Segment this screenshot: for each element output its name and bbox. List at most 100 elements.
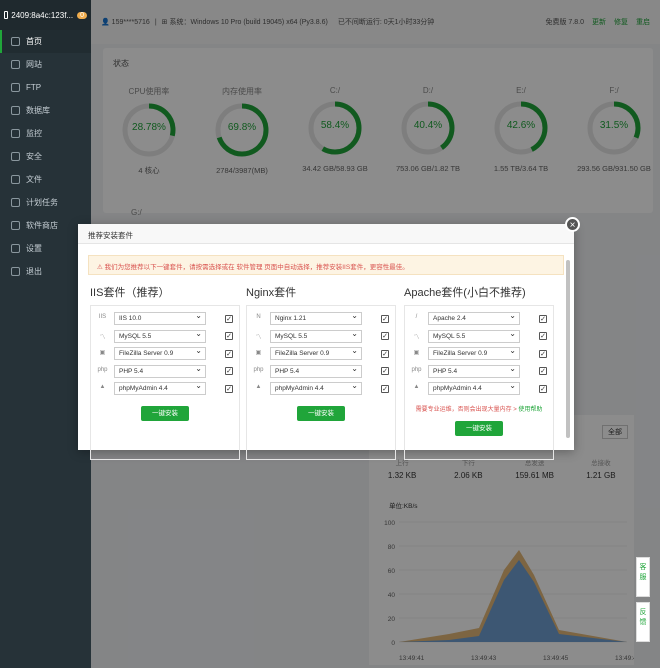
modal-scrollbar[interactable] [566, 260, 570, 438]
install-checkbox[interactable]: ✓ [225, 314, 233, 323]
sidebar-item-3[interactable]: 数据库 [0, 99, 91, 122]
pack-item: N Nginx 1.21 ✓ [253, 310, 389, 328]
sidebar-item-5[interactable]: 安全 [0, 145, 91, 168]
version-select[interactable]: MySQL 5.5 [428, 329, 520, 343]
install-checkbox[interactable]: ✓ [225, 332, 233, 341]
pack-item: ▲ phpMyAdmin 4.4 ✓ [97, 380, 233, 398]
version-select[interactable]: PHP 5.4 [114, 364, 206, 378]
pack-item: ▣ FileZilla Server 0.9 ✓ [97, 345, 233, 363]
sidebar-item-1[interactable]: 网站 [0, 53, 91, 76]
pack-2: Apache套件(小白不推荐) / Apache 2.4 ✓ 〽 MySQL 5.5 ✓ ▣ F… [404, 284, 554, 460]
host-address: 2409:8a4c:123f... [11, 10, 74, 20]
software-icon: ▲ [413, 384, 420, 391]
pack-title: Apache套件(小白不推荐) [404, 287, 526, 299]
software-icon: 〽 [413, 334, 420, 341]
help-link[interactable]: 使用帮助 [518, 407, 542, 413]
install-checkbox[interactable]: ✓ [381, 384, 389, 393]
pack-item: 〽 MySQL 5.5 ✓ [411, 328, 547, 346]
sidebar-item-label: 首页 [26, 37, 42, 46]
pack-item: php PHP 5.4 ✓ [97, 363, 233, 381]
close-icon[interactable]: × [565, 217, 580, 232]
pack-title: IIS套件（推荐） [90, 287, 170, 299]
pack-item: ▣ FileZilla Server 0.9 ✓ [253, 345, 389, 363]
install-checkbox[interactable]: ✓ [539, 332, 547, 341]
notification-badge: 0 [77, 11, 87, 19]
install-checkbox[interactable]: ✓ [539, 384, 547, 393]
globe-icon [11, 60, 20, 69]
install-checkbox[interactable]: ✓ [381, 332, 389, 341]
sidebar-item-label: 退出 [26, 267, 42, 276]
version-select[interactable]: PHP 5.4 [270, 364, 362, 378]
version-select[interactable]: FileZilla Server 0.9 [270, 346, 362, 361]
version-select[interactable]: phpMyAdmin 4.4 [114, 381, 206, 396]
pack-item: IIS IIS 10.0 ✓ [97, 310, 233, 328]
version-select[interactable]: MySQL 5.5 [114, 329, 206, 343]
install-button[interactable]: 一键安装 [297, 405, 345, 421]
software-icon: ▲ [99, 384, 106, 391]
server-host[interactable]: 2409:8a4c:123f... 0 [0, 0, 91, 30]
modal-title: 推荐安装套件 [78, 224, 574, 244]
install-checkbox[interactable]: ✓ [225, 367, 233, 376]
sidebar-item-label: 数据库 [26, 106, 50, 115]
folder-icon [11, 175, 20, 184]
install-button[interactable]: 一键安装 [455, 420, 503, 436]
install-checkbox[interactable]: ✓ [225, 349, 233, 358]
sidebar-item-2[interactable]: FTP [0, 76, 91, 99]
software-icon: ▣ [99, 350, 106, 357]
feedback-button[interactable]: 反馈 [636, 602, 650, 642]
sidebar-item-6[interactable]: 文件 [0, 168, 91, 191]
version-select[interactable]: FileZilla Server 0.9 [114, 346, 206, 361]
pack-item: 〽 MySQL 5.5 ✓ [253, 328, 389, 346]
install-checkbox[interactable]: ✓ [381, 367, 389, 376]
install-checkbox[interactable]: ✓ [539, 349, 547, 358]
software-icon: php [411, 366, 422, 373]
sidebar-item-0[interactable]: 首页 [0, 30, 91, 53]
pack-item: php PHP 5.4 ✓ [253, 363, 389, 381]
gear-icon [11, 244, 20, 253]
sidebar-item-label: 文件 [26, 175, 42, 184]
software-icon: IIS [98, 314, 107, 321]
monitor-icon [4, 11, 9, 19]
install-button[interactable]: 一键安装 [141, 405, 189, 421]
version-select[interactable]: PHP 5.4 [428, 364, 520, 378]
version-select[interactable]: MySQL 5.5 [270, 329, 362, 343]
clock-icon [11, 198, 20, 207]
software-icon: php [97, 366, 108, 373]
version-select[interactable]: IIS 10.0 [114, 311, 206, 326]
pack-item: php PHP 5.4 ✓ [411, 363, 547, 381]
version-select[interactable]: phpMyAdmin 4.4 [428, 381, 520, 396]
pack-item: 〽 MySQL 5.5 ✓ [97, 328, 233, 346]
version-select[interactable]: Apache 2.4 [428, 311, 520, 326]
install-checkbox[interactable]: ✓ [225, 384, 233, 393]
sidebar-item-label: 计划任务 [26, 198, 58, 207]
monitor-icon [11, 129, 20, 138]
version-select[interactable]: phpMyAdmin 4.4 [270, 381, 362, 396]
software-icon: / [415, 314, 418, 321]
sidebar-item-4[interactable]: 监控 [0, 122, 91, 145]
version-select[interactable]: Nginx 1.21 [270, 311, 362, 326]
sidebar-item-label: FTP [26, 83, 42, 92]
shield-icon [11, 152, 20, 161]
recommended-pack-modal: 推荐安装套件 × ⚠ 我们为您推荐以下一键套件，请按需选择或在 软件管理 页面中… [78, 217, 580, 460]
install-checkbox[interactable]: ✓ [539, 314, 547, 323]
sidebar-item-7[interactable]: 计划任务 [0, 191, 91, 214]
install-checkbox[interactable]: ✓ [539, 367, 547, 376]
pack-tip: 需要专业运维，否则会出现大量内存 > 使用帮助 [415, 406, 543, 413]
pack-item: ▲ phpMyAdmin 4.4 ✓ [253, 380, 389, 398]
warning-text: 我们为您推荐以下一键套件，请按需选择或在 软件管理 页面中自动选择，推荐安装II… [104, 264, 409, 271]
install-checkbox[interactable]: ✓ [381, 349, 389, 358]
sidebar-item-label: 设置 [26, 244, 42, 253]
pack-item: ▣ FileZilla Server 0.9 ✓ [411, 345, 547, 363]
sidebar-item-label: 软件商店 [26, 221, 58, 230]
install-checkbox[interactable]: ✓ [381, 314, 389, 323]
customer-service-button[interactable]: 客服 [636, 557, 650, 597]
pack-0: IIS套件（推荐） IIS IIS 10.0 ✓ 〽 MySQL 5.5 ✓ ▣ FileZil… [90, 284, 240, 460]
pack-1: Nginx套件 N Nginx 1.21 ✓ 〽 MySQL 5.5 ✓ ▣ FileZilla… [246, 284, 396, 460]
logout-icon [11, 267, 20, 276]
version-select[interactable]: FileZilla Server 0.9 [428, 346, 520, 361]
software-icon: ▣ [413, 350, 420, 357]
sidebar-item-label: 网站 [26, 60, 42, 69]
software-icon: ▲ [255, 384, 262, 391]
software-icon: ▣ [255, 350, 262, 357]
pack-item: ▲ phpMyAdmin 4.4 ✓ [411, 380, 547, 398]
